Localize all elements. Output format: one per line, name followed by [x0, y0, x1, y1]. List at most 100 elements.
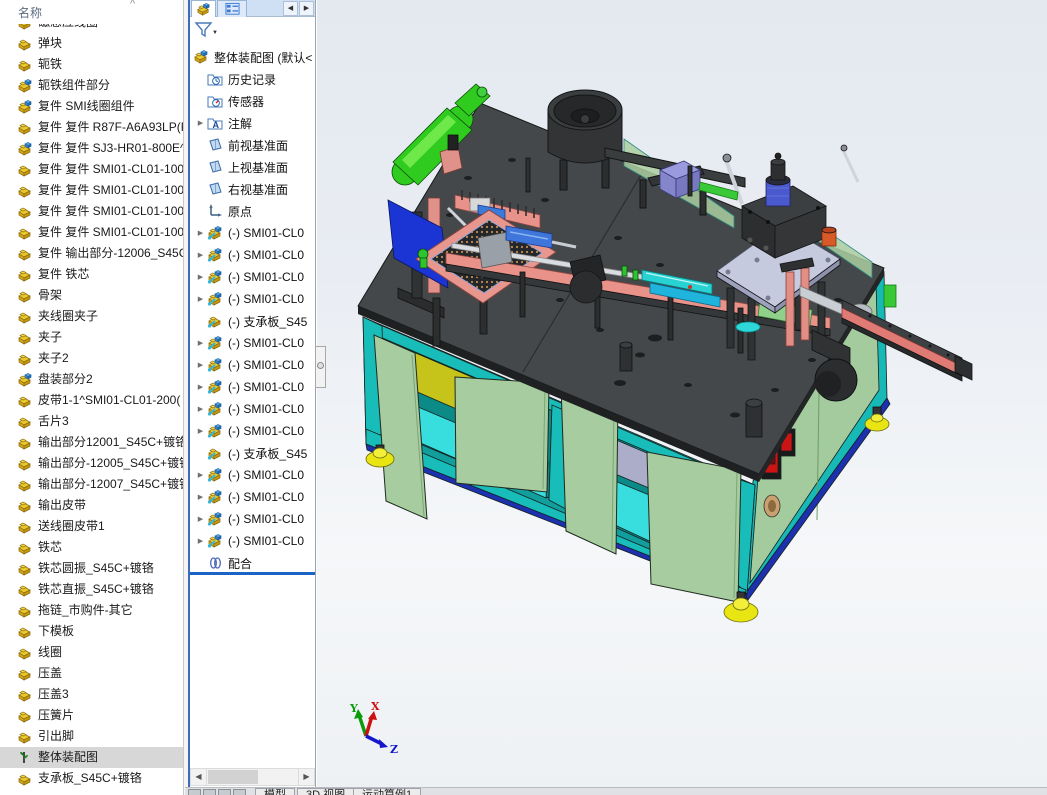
tree-item[interactable]: 右视基准面	[190, 178, 316, 200]
expand-arrow-icon[interactable]: ▶	[194, 471, 207, 479]
expand-arrow-icon[interactable]: ▶	[194, 339, 207, 347]
sort-ascending-icon[interactable]: ^	[130, 0, 135, 10]
file-list-item[interactable]: 复件 输出部分-12006_S45C	[0, 243, 183, 264]
file-list-item[interactable]: 送线圈皮带1	[0, 516, 183, 537]
file-list-item[interactable]: 铁芯	[0, 537, 183, 558]
tab-display-pane[interactable]	[217, 0, 247, 17]
expand-arrow-icon[interactable]: ▶	[194, 251, 207, 259]
splitter-button-3[interactable]	[218, 789, 231, 795]
tree-item[interactable]: 前视基准面	[190, 134, 316, 156]
file-list-item[interactable]: 复件 复件 SMI01-CL01-100	[0, 222, 183, 243]
file-list-item[interactable]: 夹线圈夹子	[0, 306, 183, 327]
file-list-item[interactable]: 压盖	[0, 663, 183, 684]
expand-arrow-icon[interactable]: ▶	[194, 273, 207, 281]
file-list-item[interactable]: 轭铁组件部分	[0, 75, 183, 96]
file-list-item[interactable]: 压盖3	[0, 684, 183, 705]
tree-item[interactable]: 整体装配图 (默认<	[190, 46, 316, 68]
file-list-item[interactable]: 压簧片	[0, 705, 183, 726]
file-list-item[interactable]: 支承板_S45C+镀铬	[0, 768, 183, 789]
file-list-item[interactable]: 拖链_市购件-其它	[0, 600, 183, 621]
splitter-button-1[interactable]	[188, 789, 201, 795]
expand-arrow-icon[interactable]: ▶	[194, 537, 207, 545]
rollback-bar[interactable]	[190, 572, 316, 575]
file-list-item[interactable]: 线圈	[0, 642, 183, 663]
graphics-viewport[interactable]: Y X Z	[317, 0, 1047, 787]
file-list-item[interactable]: 夹子2	[0, 348, 183, 369]
file-list-item[interactable]: 输出部分12001_S45C+镀铬	[0, 432, 183, 453]
tree-item[interactable]: 原点	[190, 200, 316, 222]
splitter-button-4[interactable]	[233, 789, 246, 795]
solidworks-window: 磁感应线圈 弹块 轭铁 轭铁组件部分 复件 SMI线圈组件 复件 复件 R87F…	[0, 0, 1047, 795]
tree-item[interactable]: ▶ (-) SMI01-CL0	[190, 464, 316, 486]
tree-label: (-) SMI01-CL0	[228, 292, 304, 306]
file-list-item[interactable]: 复件 铁芯	[0, 264, 183, 285]
file-list-item[interactable]: 铁芯直振_S45C+镀铬	[0, 579, 183, 600]
tree-item[interactable]: ▶ (-) SMI01-CL0	[190, 266, 316, 288]
tree-item[interactable]: ▶ (-) SMI01-CL0	[190, 354, 316, 376]
file-list-item[interactable]: 复件 复件 SMI01-CL01-100	[0, 159, 183, 180]
tree-item[interactable]: ▶ (-) SMI01-CL0	[190, 420, 316, 442]
tab-model[interactable]: 模型	[255, 788, 295, 795]
expand-arrow-icon[interactable]: ▶	[194, 493, 207, 501]
file-list-item[interactable]: 复件 复件 SMI01-CL01-100	[0, 180, 183, 201]
tree-item[interactable]: ▶ (-) SMI01-CL0	[190, 530, 316, 552]
expand-arrow-icon[interactable]: ▶	[194, 295, 207, 303]
file-list-item[interactable]: 复件 复件 SMI01-CL01-100	[0, 201, 183, 222]
tree-filter[interactable]: ▼	[190, 18, 316, 42]
expand-arrow-icon[interactable]: ▶	[194, 405, 207, 413]
file-list-item[interactable]: 输出部分-12007_S45C+镀铬	[0, 474, 183, 495]
expand-arrow-icon[interactable]: ▶	[194, 383, 207, 391]
tree-item[interactable]: ▶ (-) SMI01-CL0	[190, 486, 316, 508]
file-list-item[interactable]: 输出皮带	[0, 495, 183, 516]
expand-arrow-icon[interactable]: ▶	[194, 229, 207, 237]
tree-item[interactable]: (-) 支承板_S45	[190, 310, 316, 332]
file-list-item[interactable]: 皮带1-1^SMI01-CL01-200(	[0, 390, 183, 411]
expand-arrow-icon[interactable]: ▶	[194, 427, 207, 435]
file-list-item[interactable]: 弹块	[0, 33, 183, 54]
tree-item[interactable]: (-) 支承板_S45	[190, 442, 316, 464]
file-list-item[interactable]: 输出部分-12005_S45C+镀铬	[0, 453, 183, 474]
tree-item[interactable]: ▶ (-) SMI01-CL0	[190, 288, 316, 310]
tree-horizontal-scrollbar[interactable]: ◀ ▶	[190, 768, 315, 786]
expand-arrow-icon[interactable]: ▶	[194, 119, 207, 127]
scrollbar-thumb[interactable]	[208, 770, 258, 784]
file-list-item[interactable]: 铁芯圆振_S45C+镀铬	[0, 558, 183, 579]
file-list-item[interactable]: 夹子	[0, 327, 183, 348]
tree-item[interactable]: ▶ (-) SMI01-CL0	[190, 222, 316, 244]
tab-feature-tree[interactable]	[191, 0, 216, 17]
tree-item[interactable]: 历史记录	[190, 68, 316, 90]
file-list-item[interactable]: 引出脚	[0, 726, 183, 747]
name-column-header[interactable]: 名称	[18, 4, 42, 21]
tab-scroll-left-icon[interactable]: ◀	[283, 1, 298, 16]
file-list-item[interactable]: 下模板	[0, 621, 183, 642]
file-list-item[interactable]: 复件 复件 R87F-A6A93LP(R	[0, 117, 183, 138]
tab-3d-views[interactable]: 3D 视图	[297, 788, 354, 795]
tree-item[interactable]: 配合	[190, 552, 316, 574]
panel-divider[interactable]	[183, 0, 190, 795]
expand-arrow-icon[interactable]: ▶	[194, 361, 207, 369]
viewport-edge-tab[interactable]	[315, 346, 326, 388]
tree-item[interactable]: ▶ (-) SMI01-CL0	[190, 508, 316, 530]
file-list-item[interactable]: 复件 SMI线圈组件	[0, 96, 183, 117]
file-list-item[interactable]: 骨架	[0, 285, 183, 306]
file-list-item[interactable]: 整体装配图	[0, 747, 183, 768]
tree-item[interactable]: ▶ (-) SMI01-CL0	[190, 332, 316, 354]
file-list-item[interactable]	[0, 789, 183, 795]
scroll-right-icon[interactable]: ▶	[298, 769, 314, 785]
tab-motion-study[interactable]: 运动算例1	[353, 788, 421, 795]
scroll-left-icon[interactable]: ◀	[191, 769, 207, 785]
tree-item[interactable]: ▶ (-) SMI01-CL0	[190, 376, 316, 398]
tree-item[interactable]: ▶ (-) SMI01-CL0	[190, 244, 316, 266]
tree-item[interactable]: 传感器	[190, 90, 316, 112]
expand-arrow-icon[interactable]: ▶	[194, 515, 207, 523]
splitter-button-2[interactable]	[203, 789, 216, 795]
3d-model-canvas[interactable]: Y X Z	[317, 0, 1047, 787]
tree-item[interactable]: ▶ (-) SMI01-CL0	[190, 398, 316, 420]
tab-scroll-right-icon[interactable]: ▶	[299, 1, 314, 16]
tree-item[interactable]: 上视基准面	[190, 156, 316, 178]
file-list-item[interactable]: 复件 复件 SJ3-HR01-800E^	[0, 138, 183, 159]
file-list-item[interactable]: 轭铁	[0, 54, 183, 75]
file-list-item[interactable]: 舌片3	[0, 411, 183, 432]
file-list-item[interactable]: 盘装部分2	[0, 369, 183, 390]
tree-item[interactable]: ▶A注解	[190, 112, 316, 134]
